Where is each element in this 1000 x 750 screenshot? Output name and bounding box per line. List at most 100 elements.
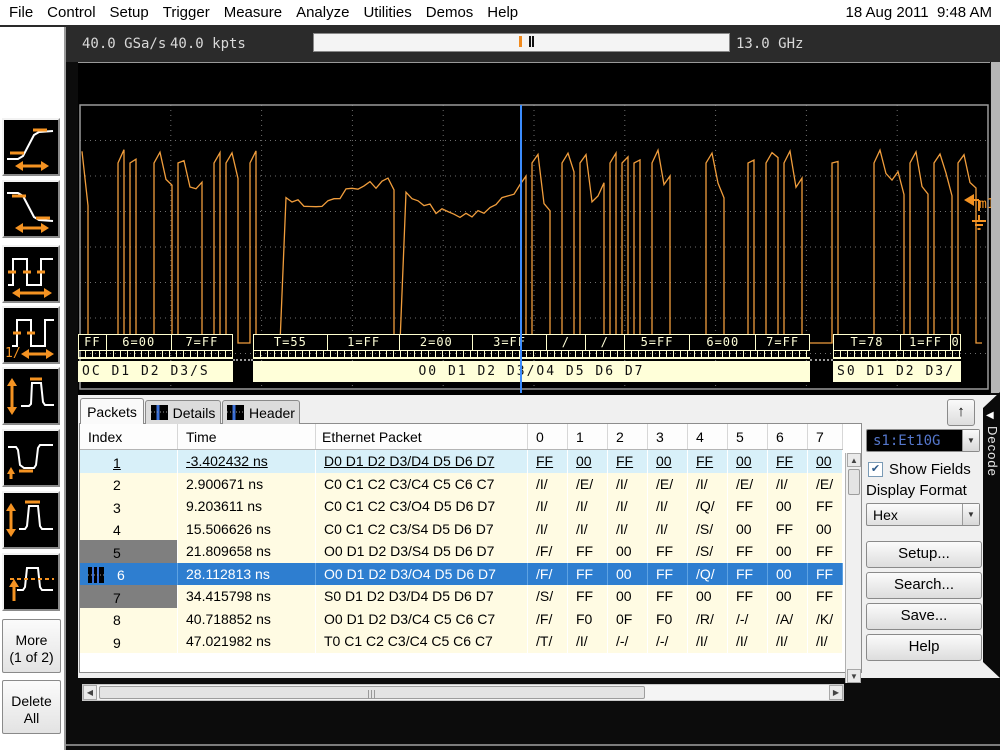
decode-field-value: 3=FF — [473, 335, 547, 350]
measure-fall-time-button[interactable] — [2, 180, 60, 238]
column-header-ethernet-packet: Ethernet Packet — [316, 424, 528, 449]
table-row[interactable]: 1-3.402432 nsD0 D1 D2 D3/D4 D5 D6 D7FF00… — [80, 450, 843, 473]
menu-item-measure[interactable]: Measure — [224, 4, 282, 21]
menu-item-control[interactable]: Control — [47, 4, 95, 21]
decode-field-value: 7=FF — [172, 335, 232, 350]
decode-flyout-tab[interactable]: ◀ Decode — [983, 392, 1000, 678]
table-row[interactable]: 39.203611 nsC0 C1 C2 C3/O4 D5 D6 D7/I//I… — [80, 495, 843, 518]
cell-byte-0: /S/ — [528, 585, 568, 608]
horizontal-scrollbar[interactable]: ◀ ▶ — [82, 684, 844, 701]
setup-button[interactable]: Setup... — [866, 541, 982, 568]
search-button[interactable]: Search... — [866, 572, 982, 599]
cell-byte-6[interactable]: FF — [768, 450, 808, 473]
measure-amplitude-button[interactable] — [2, 367, 60, 425]
cell-byte-6: 00 — [768, 540, 808, 563]
decode-packet-segment: T=781=FF0 S0 D1 D2 D3/ — [833, 334, 961, 382]
scroll-left-button[interactable]: ◀ — [83, 685, 97, 700]
waveform-right-gutter — [991, 62, 1000, 393]
cell-byte-4: /Q/ — [688, 495, 728, 518]
cell-byte-5: /E/ — [728, 473, 768, 496]
cell-byte-1: F0 — [568, 608, 608, 631]
display-format-combo[interactable]: Hex ▼ — [866, 503, 980, 526]
more-button[interactable]: More (1 of 2) — [2, 619, 61, 673]
show-fields-label: Show Fields — [889, 461, 971, 478]
decode-field-value: T=55 — [254, 335, 328, 350]
measure-top-button[interactable] — [2, 491, 60, 549]
column-header-2: 2 — [608, 424, 648, 449]
cell-packet[interactable]: D0 D1 D2 D3/D4 D5 D6 D7 — [316, 450, 528, 473]
tab-header[interactable]: Header — [222, 400, 300, 424]
menu-item-setup[interactable]: Setup — [110, 4, 149, 21]
tab-packets[interactable]: Packets — [80, 398, 144, 424]
delete-all-label: All — [24, 710, 40, 726]
more-label: More — [16, 632, 48, 648]
cell-byte-3: /I/ — [648, 495, 688, 518]
tab-details[interactable]: Details — [145, 400, 221, 424]
cell-byte-6: /I/ — [768, 473, 808, 496]
table-row[interactable]: 22.900671 nsC0 C1 C2 C3/C4 C5 C6 C7/I//E… — [80, 473, 843, 496]
measure-base-button[interactable] — [2, 429, 60, 487]
base-icon — [4, 431, 58, 485]
decode-source-combo[interactable]: s1:Et10G ▼ — [866, 429, 980, 452]
cell-byte-5: 00 — [728, 518, 768, 541]
cell-byte-0: /F/ — [528, 608, 568, 631]
timebase-position-marker[interactable] — [519, 36, 522, 47]
cell-byte-0[interactable]: FF — [528, 450, 568, 473]
table-row[interactable]: 521.809658 nsO0 D1 D2 D3/S4 D5 D6 D7/F/F… — [80, 540, 843, 563]
cell-byte-7: FF — [808, 495, 843, 518]
cell-byte-6: /I/ — [768, 630, 808, 653]
cell-byte-2[interactable]: FF — [608, 450, 648, 473]
decode-field-value: 5=FF — [625, 335, 691, 350]
menu-item-trigger[interactable]: Trigger — [163, 4, 210, 21]
measure-rise-time-button[interactable] — [2, 118, 60, 176]
memory-depth-readout: 40.0 kpts — [170, 36, 246, 52]
measure-frequency-button[interactable]: 1/ — [2, 306, 60, 364]
table-row[interactable]: 840.718852 nsO0 D1 D2 D3/C4 C5 C6 C7/F/F… — [80, 608, 843, 631]
waveform-cursor-icon — [151, 405, 168, 420]
timebase-cursor[interactable] — [520, 105, 522, 393]
table-row[interactable]: 628.112813 nsO0 D1 D2 D3/O4 D5 D6 D7/F/F… — [80, 563, 843, 586]
chevron-down-icon[interactable]: ▼ — [962, 430, 979, 451]
table-row[interactable]: 415.506626 nsC0 C1 C2 C3/S4 D5 D6 D7/I//… — [80, 518, 843, 541]
scroll-right-button[interactable]: ▶ — [829, 685, 843, 700]
show-fields-checkbox-row[interactable]: ✔ Show Fields — [868, 461, 971, 478]
cell-index[interactable]: 1 — [80, 450, 178, 473]
menu-item-demos[interactable]: Demos — [426, 4, 474, 21]
measure-average-button[interactable] — [2, 553, 60, 611]
index-value: 8 — [113, 612, 121, 628]
table-row[interactable]: 734.415798 nsS0 D1 D2 D3/D4 D5 D6 D7/S/F… — [80, 585, 843, 608]
menu-item-utilities[interactable]: Utilities — [363, 4, 411, 21]
scroll-up-button[interactable]: ▲ — [847, 453, 861, 467]
tab-label: Details — [173, 405, 216, 421]
save-button[interactable]: Save... — [866, 603, 982, 630]
column-header-4: 4 — [688, 424, 728, 449]
cell-byte-2: /I/ — [608, 473, 648, 496]
vertical-scroll-thumb[interactable] — [848, 469, 860, 495]
cell-byte-7[interactable]: 00 — [808, 450, 843, 473]
cell-byte-4[interactable]: FF — [688, 450, 728, 473]
tab-label: Header — [249, 405, 295, 421]
svg-text:1/: 1/ — [5, 346, 21, 361]
cell-packet: O0 D1 D2 D3/O4 D5 D6 D7 — [316, 563, 528, 586]
delete-all-button[interactable]: Delete All — [2, 680, 61, 734]
menu-item-help[interactable]: Help — [487, 4, 518, 21]
show-fields-checkbox[interactable]: ✔ — [868, 462, 883, 477]
decode-segment-connector — [810, 359, 833, 361]
cell-byte-3[interactable]: 00 — [648, 450, 688, 473]
menu-item-analyze[interactable]: Analyze — [296, 4, 349, 21]
cell-byte-7: FF — [808, 585, 843, 608]
chevron-down-icon[interactable]: ▼ — [962, 504, 979, 525]
scroll-down-button[interactable]: ▼ — [847, 669, 861, 683]
table-row[interactable]: 947.021982 nsT0 C1 C2 C3/C4 C5 C6 C7/T//… — [80, 630, 843, 653]
cell-byte-1[interactable]: 00 — [568, 450, 608, 473]
cell-time[interactable]: -3.402432 ns — [178, 450, 316, 473]
menu-item-file[interactable]: File — [9, 4, 33, 21]
cell-index: 4 — [80, 518, 178, 541]
column-header-7: 7 — [808, 424, 843, 449]
vertical-scrollbar[interactable]: ▲ ▼ — [845, 453, 861, 683]
measure-period-button[interactable] — [2, 245, 60, 303]
collapse-panel-button[interactable]: ↑ — [947, 399, 975, 426]
horizontal-scroll-thumb[interactable] — [99, 686, 645, 699]
cell-byte-5[interactable]: 00 — [728, 450, 768, 473]
help-button[interactable]: Help — [866, 634, 982, 661]
